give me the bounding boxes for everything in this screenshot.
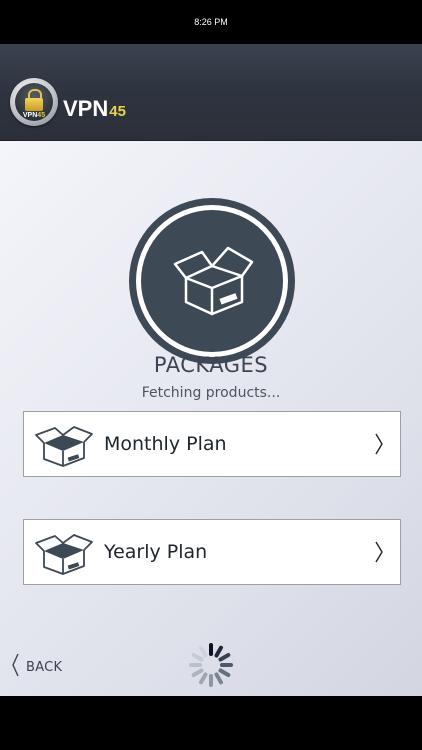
packages-hero (129, 198, 295, 364)
plan-label: Monthly Plan (104, 433, 227, 455)
brand-name: VPN (63, 96, 109, 121)
main-content: PACKAGES Fetching products... Monthly Pl… (0, 141, 422, 696)
brand-number: 45 (109, 103, 126, 120)
status-bar: 8:26 PM (0, 0, 422, 44)
app-header: VPN45 VPN 45 (0, 44, 422, 141)
monthly-plan-button[interactable]: Monthly Plan (23, 411, 401, 477)
yearly-plan-button[interactable]: Yearly Plan (23, 519, 401, 585)
spinner-icon (186, 640, 236, 694)
chevron-right-icon (374, 433, 384, 459)
brand-title: VPN 45 (63, 96, 126, 128)
app-logo: VPN45 (10, 78, 58, 126)
packages-title: PACKAGES (153, 353, 269, 377)
status-time: 8:26 PM (194, 17, 228, 27)
chevron-left-icon (11, 653, 20, 681)
open-box-icon (141, 210, 283, 352)
open-box-icon (34, 533, 94, 579)
open-box-icon (34, 425, 94, 471)
lock-icon: VPN45 (15, 83, 53, 121)
logo-mini-number: 45 (37, 112, 46, 119)
logo-mini-text: VPN (22, 112, 38, 119)
plan-label: Yearly Plan (104, 541, 208, 563)
fetch-status: Fetching products... (141, 385, 281, 401)
bottom-bar (0, 696, 422, 750)
back-label: BACK (26, 659, 63, 675)
chevron-right-icon (374, 541, 384, 567)
back-button[interactable]: BACK (11, 653, 63, 681)
